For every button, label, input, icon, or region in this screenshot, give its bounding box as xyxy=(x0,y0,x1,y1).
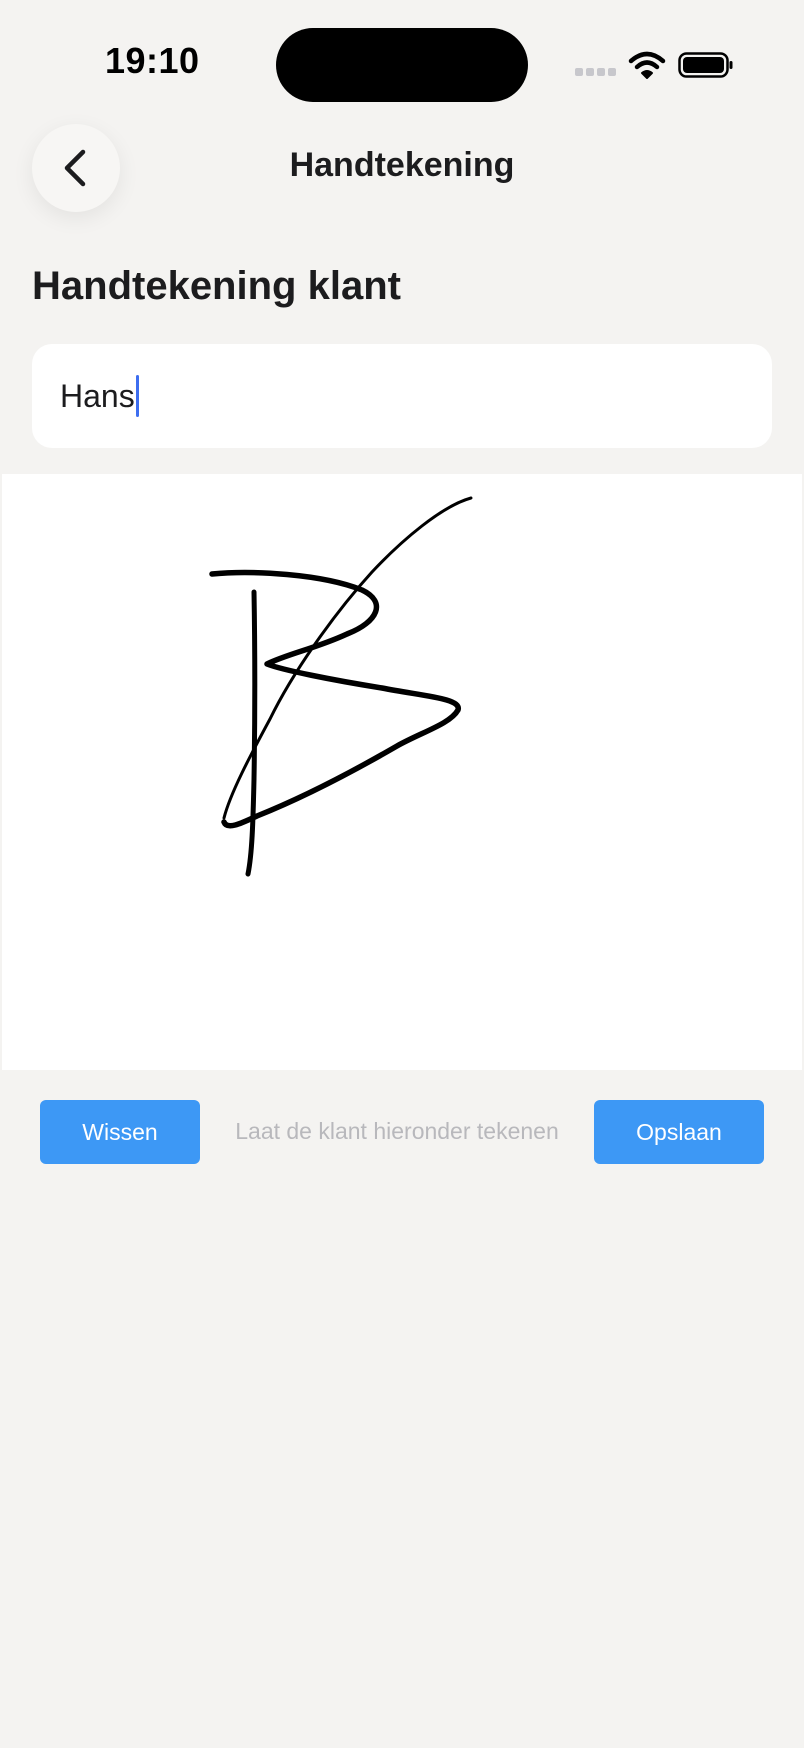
signature-stroke xyxy=(209,496,473,877)
customer-name-input[interactable]: Hans xyxy=(32,344,772,448)
battery-icon xyxy=(678,52,733,78)
signature-hint: Laat de klant hieronder tekenen xyxy=(235,1118,559,1144)
cellular-signal-icon xyxy=(575,68,616,76)
wifi-icon xyxy=(628,51,666,79)
signature-pad[interactable] xyxy=(2,474,802,1070)
clear-button[interactable]: Wissen xyxy=(40,1100,200,1164)
dynamic-island xyxy=(276,28,528,102)
text-caret xyxy=(135,375,139,417)
page-title: Handtekening xyxy=(289,146,515,184)
customer-name-value: Hans xyxy=(60,377,135,414)
status-time: 19:10 xyxy=(105,40,200,81)
section-heading: Handtekening klant xyxy=(32,264,401,308)
status-bar: 19:10 xyxy=(0,0,804,120)
save-button[interactable]: Opslaan xyxy=(594,1100,764,1164)
